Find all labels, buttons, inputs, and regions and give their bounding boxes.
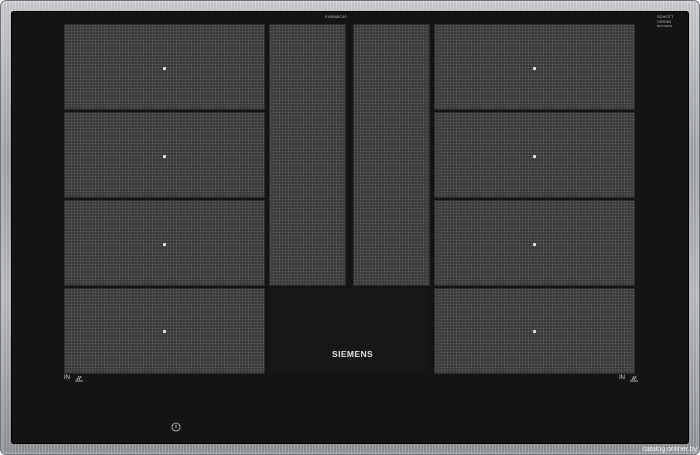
power-touch-icon[interactable]	[171, 422, 181, 432]
model-code: EX8040C40	[325, 14, 347, 19]
induction-symbol-icon	[630, 375, 638, 382]
zone-marker-dot	[533, 67, 536, 70]
zone-marker-dot	[163, 243, 166, 246]
logo-line-3: BOTTIEUS	[657, 24, 673, 28]
center-control-panel	[269, 288, 430, 374]
product-image: EX8040C40 SCHOTT CERAN BOTTIEUS SIEMENS …	[0, 0, 700, 455]
zone-marker-dot	[163, 330, 166, 333]
cooking-zone-center-right[interactable]	[353, 24, 430, 286]
cooking-zone-left-3[interactable]	[64, 200, 265, 286]
cooking-zone-left-1[interactable]	[64, 24, 265, 110]
zone-marker-dot	[163, 67, 166, 70]
cooking-zone-left-2[interactable]	[64, 112, 265, 198]
right-in-label: IN	[619, 375, 625, 381]
cooking-zone-right-1[interactable]	[434, 24, 635, 110]
cooking-zone-center-left[interactable]	[269, 24, 346, 286]
site-watermark: catalog.onliner.by	[642, 446, 697, 453]
induction-symbol-icon	[75, 375, 83, 382]
zone-marker-dot	[533, 330, 536, 333]
zone-marker-dot	[533, 243, 536, 246]
cooking-zone-right-4[interactable]	[434, 288, 635, 374]
cooking-zone-right-3[interactable]	[434, 200, 635, 286]
cooking-zone-right-2[interactable]	[434, 112, 635, 198]
zone-marker-dot	[163, 155, 166, 158]
left-in-label: IN	[64, 375, 70, 381]
zone-marker-dot	[533, 155, 536, 158]
glass-ceramic-surface: EX8040C40 SCHOTT CERAN BOTTIEUS SIEMENS …	[11, 11, 689, 444]
schott-ceran-logo: SCHOTT CERAN BOTTIEUS	[657, 14, 673, 29]
cooking-zone-left-4[interactable]	[64, 288, 265, 374]
brand-logo: SIEMENS	[332, 349, 374, 359]
